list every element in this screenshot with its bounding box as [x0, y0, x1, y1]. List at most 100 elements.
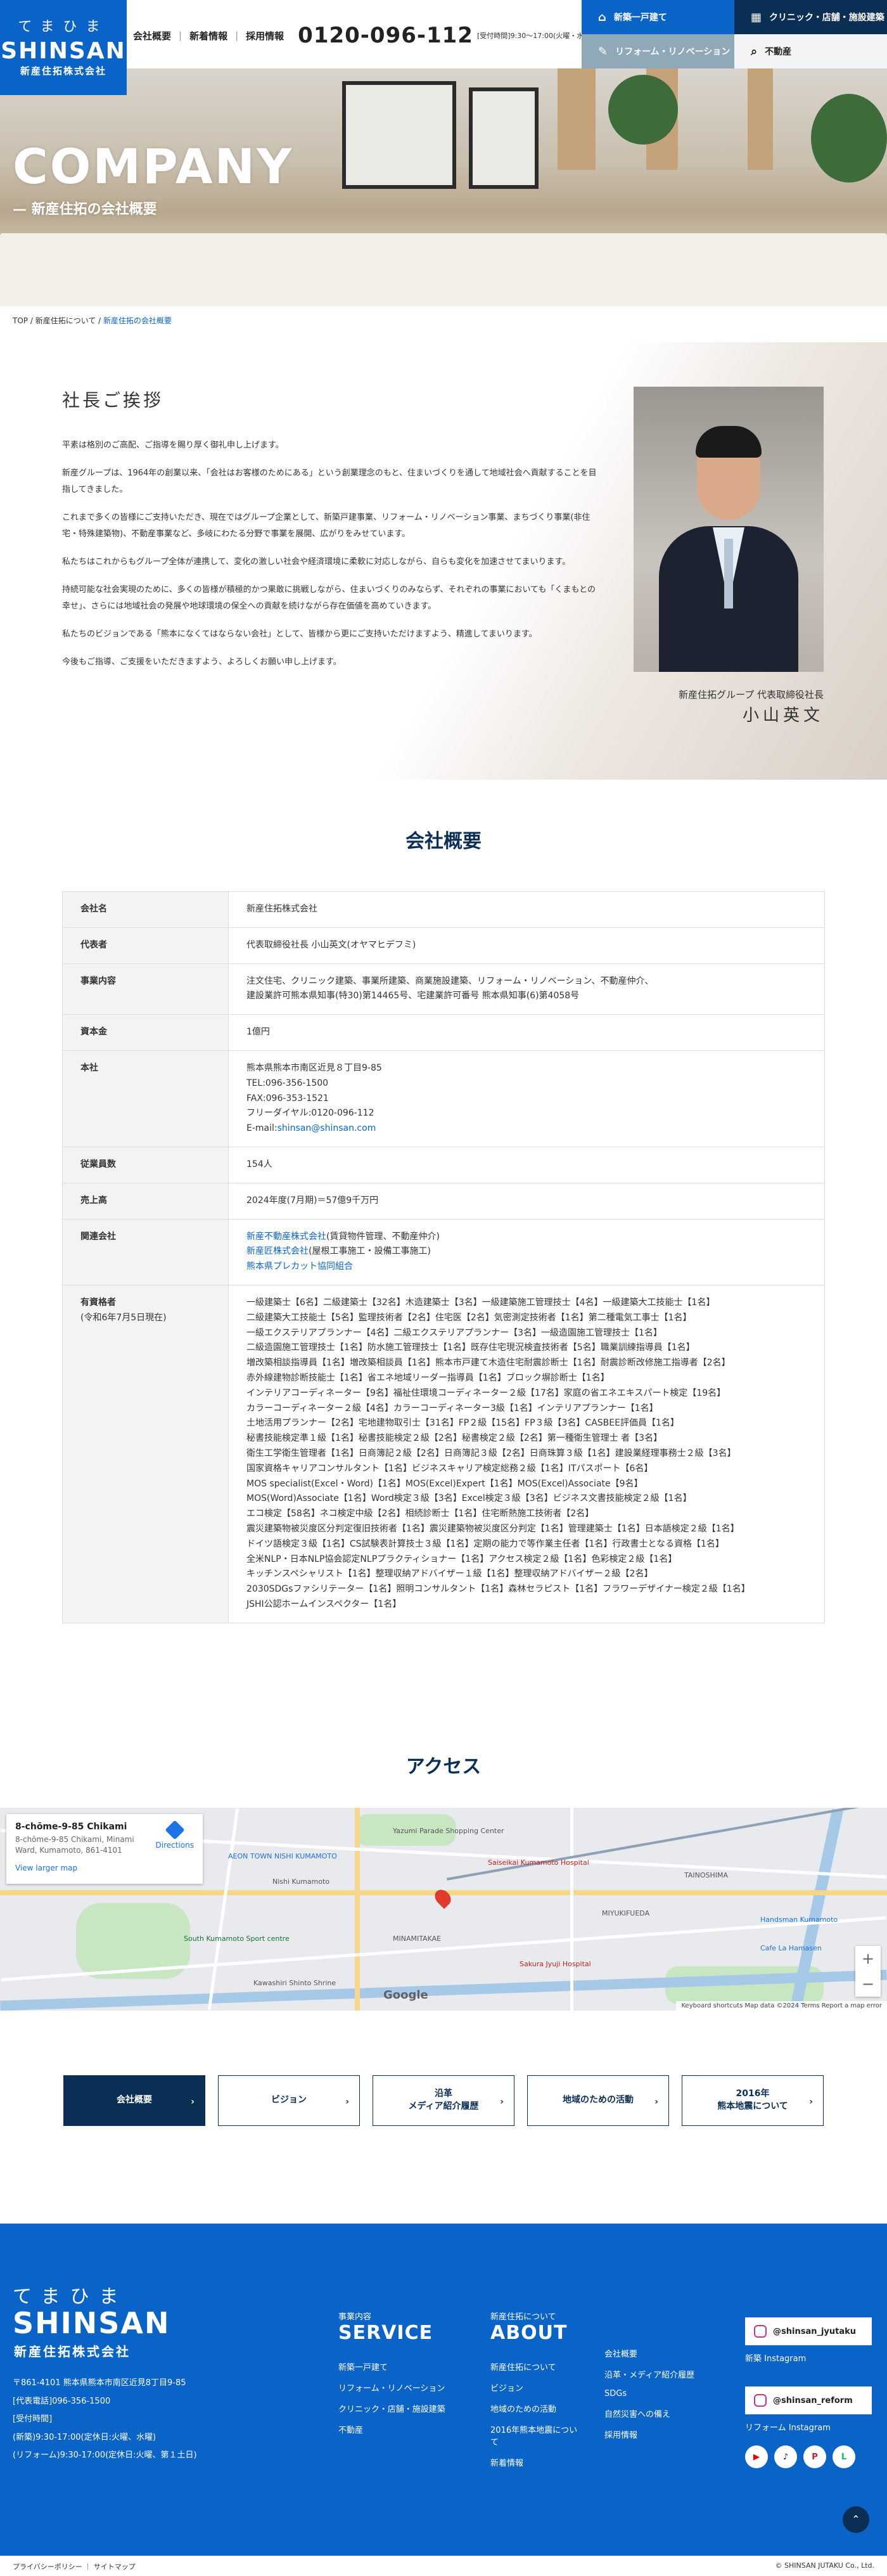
president-role: 新産住拓グループ 代表取締役社長 — [679, 689, 824, 700]
zoom-in-button[interactable]: + — [855, 1946, 881, 1971]
related-company-link[interactable]: 新産不動産株式会社 — [246, 1232, 326, 1242]
pinterest-icon[interactable]: P — [803, 2445, 826, 2468]
related-company: 新産匠株式会社(屋根工事施工・設備工事施工) — [246, 1244, 807, 1259]
footer-logo-hiragana: てまひま — [13, 2286, 129, 2308]
link-label: ビジョン — [271, 2095, 307, 2106]
president-photo-tie — [724, 539, 733, 609]
header-button-new-house[interactable]: ⌂ 新築一戸建て — [582, 0, 734, 34]
google-map[interactable]: Yazumi Parade Shopping Center Saiseikai … — [0, 1808, 887, 2011]
qualification-line: MOS specialist(Excel・Word)【1名】MOS(Excel)… — [246, 1478, 643, 1489]
nav-news[interactable]: 新着情報 — [189, 29, 227, 42]
site-logo[interactable]: てまひま SHINSAN 新産住拓株式会社 — [0, 0, 127, 95]
chevron-right-icon: › — [500, 2097, 504, 2107]
directions-button[interactable]: Directions — [155, 1820, 194, 1850]
qualifications-list: 一級建築士【6名】二級建築士【32名】木造建築士【3名】一級建築施工管理技士【4… — [228, 1284, 825, 1623]
footer-link[interactable]: 新産住拓について — [490, 2360, 577, 2373]
related-company-link[interactable]: 熊本県プレカット協同組合 — [246, 1261, 353, 1272]
qualification-line: カラーコーディネーター２級【4名】カラーコーディネーター3級【1名】インテリアプ… — [246, 1403, 658, 1414]
header-button-realestate[interactable]: ⌕ 不動産 — [734, 34, 887, 68]
footer-link[interactable]: 地域のための活動 — [490, 2402, 577, 2414]
footer-link[interactable]: 会社概要 — [604, 2347, 694, 2359]
qualified-label: 有資格者 — [80, 1297, 116, 1308]
president-photo — [634, 387, 824, 672]
footer-link[interactable]: リフォーム・リノベーション — [338, 2381, 445, 2393]
qualification-line: 土地活用プランナー【2名】宅地建物取引士【31名】FP２級【15名】FP３級【3… — [246, 1418, 679, 1429]
greeting-paragraph: 私たちはこれからもグループ全体が連携して、変化の激しい社会や経済環境に柔軟に対応… — [62, 557, 571, 567]
greeting-title: 社長ご挨拶 — [62, 390, 164, 411]
footer-about-column: 新産住拓について ABOUT 新産住拓について ビジョン 地域のための活動 20… — [490, 2310, 577, 2477]
footer-service-column: 事業内容 SERVICE 新築一戸建て リフォーム・リノベーション クリニック・… — [338, 2310, 445, 2444]
footer-link[interactable]: 採用情報 — [604, 2428, 694, 2440]
row-label: 代表者 — [62, 927, 229, 964]
footer-link[interactable]: ビジョン — [490, 2381, 577, 2393]
hero-photo-plant — [811, 94, 887, 183]
chevron-right-icon: › — [345, 2097, 349, 2107]
row-label: 関連会社 — [62, 1218, 229, 1285]
related-company-link[interactable]: 新産匠株式会社 — [246, 1246, 309, 1256]
footer-link[interactable]: 2016年熊本地震につい て — [490, 2423, 577, 2447]
phone-number[interactable]: 0120-096-112 — [298, 23, 473, 48]
footer-link[interactable]: 新着情報 — [490, 2456, 577, 2468]
nav-company[interactable]: 会社概要 — [133, 29, 171, 42]
header-button-reform[interactable]: ✎ リフォーム・リノベーション — [582, 34, 734, 68]
link-vision[interactable]: ビジョン › — [218, 2075, 360, 2126]
line-icon[interactable]: L — [833, 2445, 855, 2468]
youtube-icon[interactable]: ▶ — [745, 2445, 768, 2468]
link-earthquake[interactable]: 2016年 熊本地震について › — [682, 2075, 824, 2126]
qualification-line: エコ検定【58名】ネコ検定中級【2名】相続診断士【1名】住宅断熱施工技術者【2名… — [246, 1509, 594, 1519]
email-link[interactable]: shinsan@shinsan.com — [278, 1123, 376, 1133]
link-company-overview[interactable]: 会社概要 › — [63, 2075, 205, 2126]
breadcrumb-top[interactable]: TOP — [13, 316, 28, 325]
map-label: MINAMITAKAE — [393, 1935, 442, 1943]
instagram-handle: @shinsan_jyutaku — [773, 2326, 857, 2336]
back-to-top-button[interactable]: ⌃ — [843, 2506, 869, 2533]
table-row: 有資格者 (令和6年7月5日現在) 一級建築士【6名】二級建築士【32名】木造建… — [62, 1284, 825, 1623]
greeting-paragraph: 平素は格別のご高配、ご指導を賜り厚く御礼申し上げます。 — [62, 441, 284, 450]
footer-policy-links[interactable]: プライバシーポリシー ｜ サイトマップ — [13, 2561, 136, 2572]
table-row: 代表者 代表取締役社長 小山英文(オヤマヒデフミ) — [62, 927, 825, 964]
access-title: アクセス — [405, 1756, 482, 1778]
breadcrumb-about[interactable]: 新産住拓について — [35, 316, 96, 325]
related-company: 熊本県プレカット協同組合 — [246, 1259, 807, 1275]
greeting-paragraph: これまで多くの皆様にご支持いただき、現在ではグループ企業として、新築戸建事業、リ… — [62, 513, 590, 539]
qualification-line: JSHI公認ホームインスペクター【1名】 — [246, 1599, 402, 1609]
link-history-media[interactable]: 沿革 メディア紹介履歴 › — [373, 2075, 514, 2126]
hero-photo-plant — [608, 75, 678, 145]
footer-link[interactable]: SDGs — [604, 2389, 694, 2399]
footer-link[interactable]: 沿革・メディア紹介履歴 — [604, 2368, 694, 2380]
table-row: 関連会社 新産不動産株式会社(賃貸物件管理、不動産仲介) 新産匠株式会社(屋根工… — [62, 1218, 825, 1285]
directions-label: Directions — [155, 1841, 194, 1850]
email-label: E-mail: — [246, 1123, 278, 1134]
link-label: 地域のための活動 — [563, 2095, 634, 2106]
qualification-line: キッチンスペシャリスト【1名】整理収納アドバイザー１級【1名】整理収納アドバイザ… — [246, 1569, 653, 1580]
instagram-new-house-button[interactable]: @shinsan_jyutaku — [745, 2317, 872, 2345]
breadcrumb: TOP / 新産住拓について / 新産住拓の会社概要 — [13, 316, 172, 325]
row-label: 事業内容 — [62, 963, 229, 1015]
tiktok-icon[interactable]: ♪ — [774, 2445, 797, 2468]
instagram-reform-button[interactable]: @shinsan_reform — [745, 2386, 872, 2414]
footer-link[interactable]: クリニック・店舗・施設建築 — [338, 2402, 445, 2414]
footer-link[interactable]: 自然災害への備え — [604, 2407, 694, 2419]
instagram-icon — [754, 2394, 767, 2407]
footer-link[interactable]: 不動産 — [338, 2423, 445, 2435]
map-place-address: 8-chōme-9-85 Chikami, Minami Ward, Kumam… — [15, 1835, 134, 1855]
row-value: 代表取締役社長 小山英文(オヤマヒデフミ) — [228, 927, 825, 964]
footer-logo-wordmark[interactable]: SHINSAN — [13, 2306, 170, 2340]
footer-about-caption: 新産住拓について — [490, 2312, 556, 2322]
hero-title: COMPANY — [13, 138, 294, 195]
wrench-icon: ✎ — [598, 44, 608, 58]
copyright: © SHINSAN JUTAKU Co., Ltd. — [775, 2561, 874, 2570]
zoom-out-button[interactable]: − — [855, 1971, 881, 1997]
business-line: 注文住宅、クリニック建築、事業所建築、商業施設建築、リフォーム・リノベーション、… — [246, 976, 654, 986]
map-label: MIYUKIFUEDA — [602, 1909, 650, 1917]
view-larger-map-link[interactable]: View larger map — [15, 1864, 194, 1872]
qualification-line: 増改築相談指導員【1名】増改築相談員【1名】熊本市戸建て木造住宅耐震診断士【1名… — [246, 1358, 731, 1368]
email-line: E-mail:shinsan@shinsan.com — [246, 1121, 807, 1137]
footer-link[interactable]: 新築一戸建て — [338, 2360, 445, 2373]
header-button-clinic[interactable]: ▦ クリニック・店舗・施設建築 — [734, 0, 887, 34]
link-community[interactable]: 地域のための活動 › — [527, 2075, 669, 2126]
nav-recruit[interactable]: 採用情報 — [246, 29, 284, 42]
footer-about-column-2: 会社概要 沿革・メディア紹介履歴 SDGs 自然災害への備え 採用情報 — [604, 2347, 694, 2449]
address-line: 熊本県熊本市南区近見８丁目9-85 — [246, 1062, 382, 1073]
qualification-line: 二級建築大工技能士【5名】監理技術者【2名】住宅医【2名】気密測定技術者【1名】… — [246, 1312, 692, 1323]
